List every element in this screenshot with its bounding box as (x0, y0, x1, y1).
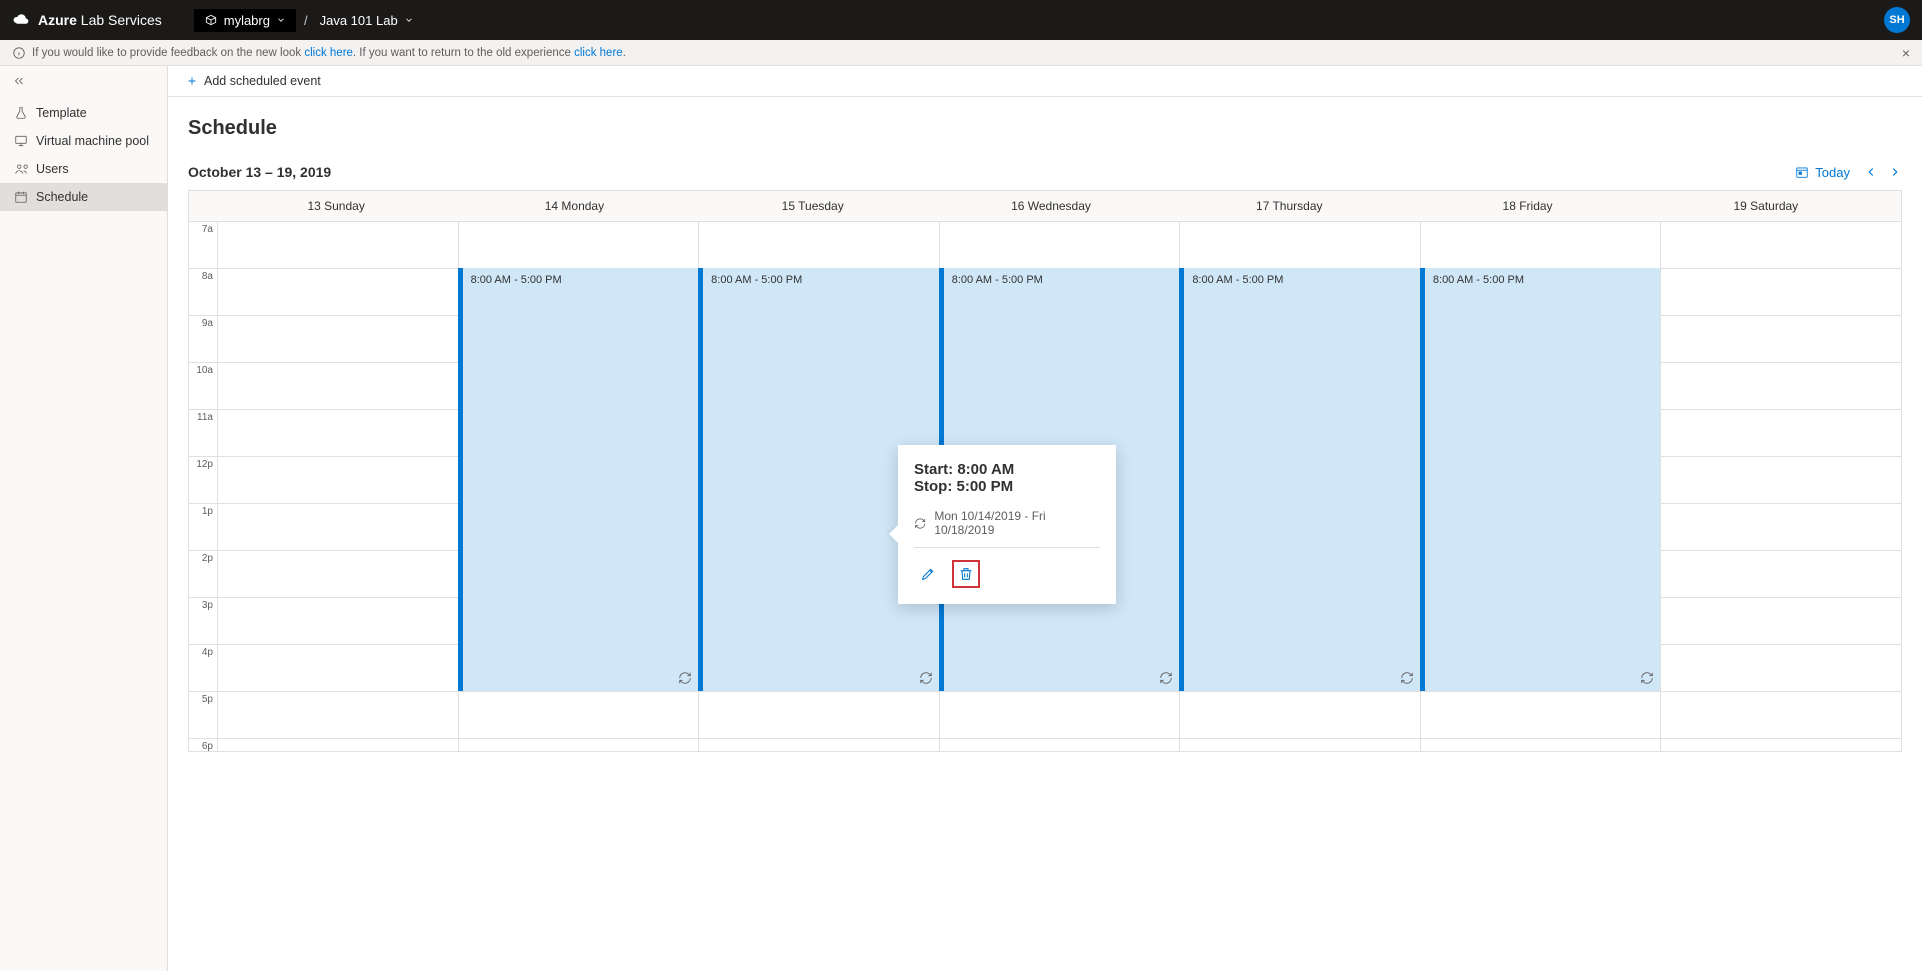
plus-icon (186, 75, 198, 87)
event-time-label: 8:00 AM - 5:00 PM (952, 274, 1043, 286)
day-column (1660, 221, 1901, 751)
sidebar-item-label: Virtual machine pool (36, 134, 149, 148)
time-label: 11a (189, 409, 217, 456)
day-header: 17 Thursday (1170, 191, 1408, 221)
day-header: 15 Tuesday (694, 191, 932, 221)
recur-icon (919, 671, 933, 685)
sidebar-item-vm-pool[interactable]: Virtual machine pool (0, 127, 167, 155)
popover-start: Start: 8:00 AM (914, 461, 1100, 478)
event-popover: Start: 8:00 AM Stop: 5:00 PM Mon 10/14/2… (898, 445, 1116, 604)
breadcrumb-resource-group[interactable]: mylabrg (194, 9, 296, 32)
double-chevron-left-icon (12, 74, 26, 88)
sidebar-item-users[interactable]: Users (0, 155, 167, 183)
scheduled-event[interactable]: 8:00 AM - 5:00 PM (458, 268, 699, 691)
users-icon (14, 162, 28, 176)
day-header: 14 Monday (455, 191, 693, 221)
main-content: Add scheduled event Schedule October 13 … (168, 66, 1922, 971)
calendar-today-icon (1795, 165, 1809, 179)
time-label: 8a (189, 268, 217, 315)
event-time-label: 8:00 AM - 5:00 PM (1433, 274, 1524, 286)
feedback-text-2: . If you want to return to the old exper… (353, 47, 574, 59)
day-header: 16 Wednesday (932, 191, 1170, 221)
time-label: 2p (189, 550, 217, 597)
flask-icon (14, 106, 28, 120)
info-icon (12, 46, 26, 60)
product-name-rest: Lab Services (77, 12, 162, 28)
day-header: 13 Sunday (217, 191, 455, 221)
day-column: 8:00 AM - 5:00 PM (458, 221, 699, 751)
event-time-label: 8:00 AM - 5:00 PM (1192, 274, 1283, 286)
resource-group-icon (204, 13, 218, 27)
feedback-text-3: . (623, 47, 626, 59)
day-header: 18 Friday (1408, 191, 1646, 221)
pencil-icon (920, 566, 936, 582)
recur-icon (1640, 671, 1654, 685)
time-label: 5p (189, 691, 217, 738)
time-label: 7a (189, 221, 217, 268)
sidebar-item-schedule[interactable]: Schedule (0, 183, 167, 211)
breadcrumb-separator: / (304, 13, 308, 28)
top-header: Azure Lab Services mylabrg / Java 101 La… (0, 0, 1922, 40)
calendar-header-row: 13 Sunday 14 Monday 15 Tuesday 16 Wednes… (189, 191, 1901, 221)
toolbar: Add scheduled event (168, 66, 1922, 97)
time-label: 3p (189, 597, 217, 644)
product-logo[interactable]: Azure Lab Services (12, 11, 162, 29)
day-column: 8:00 AM - 5:00 PM (1179, 221, 1420, 751)
chevron-down-icon (404, 15, 414, 25)
time-label: 9a (189, 315, 217, 362)
feedback-link-1[interactable]: click here (304, 47, 353, 59)
recur-icon (914, 517, 926, 530)
product-name-bold: Azure (38, 12, 77, 28)
day-header: 19 Saturday (1647, 191, 1885, 221)
add-event-label: Add scheduled event (204, 74, 321, 88)
avatar[interactable]: SH (1884, 7, 1910, 33)
divider (914, 547, 1100, 548)
delete-event-button[interactable] (952, 560, 980, 588)
day-column: 8:00 AM - 5:00 PM (1420, 221, 1661, 751)
collapse-sidebar-button[interactable] (0, 66, 167, 99)
popover-recurrence-text: Mon 10/14/2019 - Fri 10/18/2019 (934, 509, 1100, 537)
sidebar: Template Virtual machine pool Users Sche… (0, 66, 168, 971)
sidebar-item-template[interactable]: Template (0, 99, 167, 127)
time-label: 10a (189, 362, 217, 409)
popover-stop: Stop: 5:00 PM (914, 478, 1100, 495)
lab-name: Java 101 Lab (320, 13, 398, 28)
recur-icon (1159, 671, 1173, 685)
cloud-icon (12, 11, 30, 29)
sidebar-item-label: Schedule (36, 190, 88, 204)
sidebar-item-label: Template (36, 106, 87, 120)
next-week-button[interactable] (1888, 165, 1902, 179)
page-title: Schedule (188, 117, 1902, 140)
monitor-icon (14, 134, 28, 148)
sidebar-item-label: Users (36, 162, 69, 176)
add-scheduled-event-button[interactable]: Add scheduled event (186, 74, 321, 88)
popover-recurrence: Mon 10/14/2019 - Fri 10/18/2019 (914, 509, 1100, 537)
chevron-down-icon (276, 15, 286, 25)
recur-icon (1400, 671, 1414, 685)
resource-group-name: mylabrg (224, 13, 270, 28)
close-icon[interactable]: × (1902, 45, 1910, 61)
day-column (217, 221, 458, 751)
time-label: 1p (189, 503, 217, 550)
feedback-link-2[interactable]: click here (574, 47, 623, 59)
edit-event-button[interactable] (914, 560, 942, 588)
today-button[interactable]: Today (1795, 165, 1850, 180)
time-label: 4p (189, 644, 217, 691)
event-time-label: 8:00 AM - 5:00 PM (711, 274, 802, 286)
event-time-label: 8:00 AM - 5:00 PM (471, 274, 562, 286)
today-label: Today (1815, 165, 1850, 180)
recur-icon (678, 671, 692, 685)
time-label: 6p (189, 738, 217, 751)
scheduled-event[interactable]: 8:00 AM - 5:00 PM (1420, 268, 1661, 691)
feedback-text-1: If you would like to provide feedback on… (32, 47, 304, 59)
time-label: 12p (189, 456, 217, 503)
week-range: October 13 – 19, 2019 (188, 164, 331, 180)
trash-icon (958, 566, 974, 582)
scheduled-event[interactable]: 8:00 AM - 5:00 PM (1179, 268, 1420, 691)
breadcrumb-lab[interactable]: Java 101 Lab (320, 13, 414, 28)
prev-week-button[interactable] (1864, 165, 1878, 179)
feedback-bar: If you would like to provide feedback on… (0, 40, 1922, 66)
calendar-icon (14, 190, 28, 204)
